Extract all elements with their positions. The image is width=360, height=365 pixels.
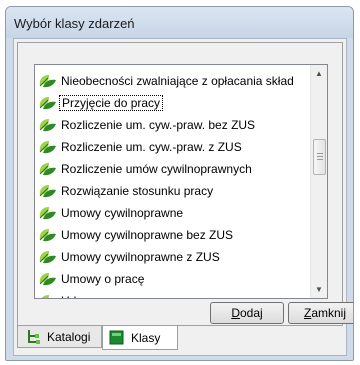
list-item-label: Rozliczenie umów cywilnoprawnych	[61, 162, 252, 176]
list-item-label: Przyjęcie do pracy	[59, 95, 164, 111]
title-bar[interactable]: Wybór klasy zdarzeń	[6, 7, 353, 38]
green-leaf-icon	[37, 249, 59, 265]
list-items: Nieobecności zwalniające z opłacania skł…	[35, 70, 310, 298]
list-item-label: Umowy cywilnoprawne	[61, 206, 184, 220]
list-item-label: Umowy o pracę	[61, 272, 145, 286]
list-item-label: Umowy cywilnoprawne bez ZUS	[61, 228, 234, 242]
close-button[interactable]: Zamknij	[288, 302, 353, 324]
green-leaf-icon	[37, 161, 59, 177]
tree-icon	[28, 329, 40, 344]
add-button[interactable]: Dodaj	[210, 302, 284, 324]
vertical-scrollbar[interactable]: ▲ ▼	[310, 65, 327, 298]
list-item[interactable]: Umowy cywilnoprawne z ZUS	[35, 246, 310, 268]
list-item[interactable]: Przyjęcie do pracy	[35, 92, 310, 114]
grip-line	[317, 153, 323, 154]
list-item[interactable]: Nieobecności zwalniające z opłacania skł…	[35, 70, 310, 92]
list-item-label: Rozliczenie um. cyw.-praw. z ZUS	[61, 140, 242, 154]
tab-classes-label: Klasy	[131, 330, 161, 345]
list-item-label: Umowy cywilnoprawne z ZUS	[61, 250, 220, 264]
close-button-label: amknij	[311, 306, 347, 320]
add-button-accel: D	[231, 306, 240, 320]
green-leaf-icon	[37, 293, 59, 298]
grip-line	[317, 156, 323, 157]
scroll-up-arrow-icon[interactable]: ▲	[311, 65, 327, 82]
green-leaf-icon	[37, 117, 59, 133]
list-item[interactable]: Rozliczenie um. cyw.-praw. bez ZUS	[35, 114, 310, 136]
grip-line	[317, 159, 323, 160]
list-item[interactable]: Urlopy	[35, 290, 310, 298]
tab-catalogs[interactable]: Katalogi	[17, 326, 102, 348]
green-leaf-icon	[37, 227, 59, 243]
tab-catalogs-label: Katalogi	[47, 329, 91, 344]
list-item-label: Urlopy	[59, 293, 98, 298]
window-title: Wybór klasy zdarzeń	[14, 16, 135, 31]
list-item-label: Nieobecności zwalniające z opłacania skł…	[61, 74, 294, 88]
close-button-accel: Z	[303, 306, 312, 320]
event-class-list[interactable]: Nieobecności zwalniające z opłacania skł…	[34, 64, 328, 299]
green-leaf-icon	[37, 73, 59, 89]
list-item[interactable]: Umowy o pracę	[35, 268, 310, 290]
green-leaf-icon	[37, 205, 59, 221]
green-leaf-icon	[37, 183, 59, 199]
dialog-window: Wybór klasy zdarzeń Nieobecności zwalnia…	[5, 6, 354, 361]
tab-panel: Nieobecności zwalniające z opłacania skł…	[17, 42, 353, 326]
green-square-icon	[109, 330, 124, 344]
tab-classes[interactable]: Klasy	[102, 326, 178, 350]
list-item-label: Rozwiązanie stosunku pracy	[61, 184, 214, 198]
green-leaf-icon	[37, 95, 59, 111]
list-item[interactable]: Umowy cywilnoprawne	[35, 202, 310, 224]
add-button-label: odaj	[239, 306, 263, 320]
green-leaf-icon	[37, 139, 59, 155]
list-item[interactable]: Rozliczenie um. cyw.-praw. z ZUS	[35, 136, 310, 158]
list-item[interactable]: Umowy cywilnoprawne bez ZUS	[35, 224, 310, 246]
dialog-body: Nieobecności zwalniające z opłacania skł…	[13, 38, 353, 356]
list-item-label: Rozliczenie um. cyw.-praw. bez ZUS	[61, 118, 256, 132]
scroll-thumb[interactable]	[313, 139, 326, 175]
green-leaf-icon	[37, 271, 59, 287]
scroll-down-arrow-icon[interactable]: ▼	[311, 281, 327, 298]
list-item[interactable]: Rozwiązanie stosunku pracy	[35, 180, 310, 202]
list-item[interactable]: Rozliczenie umów cywilnoprawnych	[35, 158, 310, 180]
